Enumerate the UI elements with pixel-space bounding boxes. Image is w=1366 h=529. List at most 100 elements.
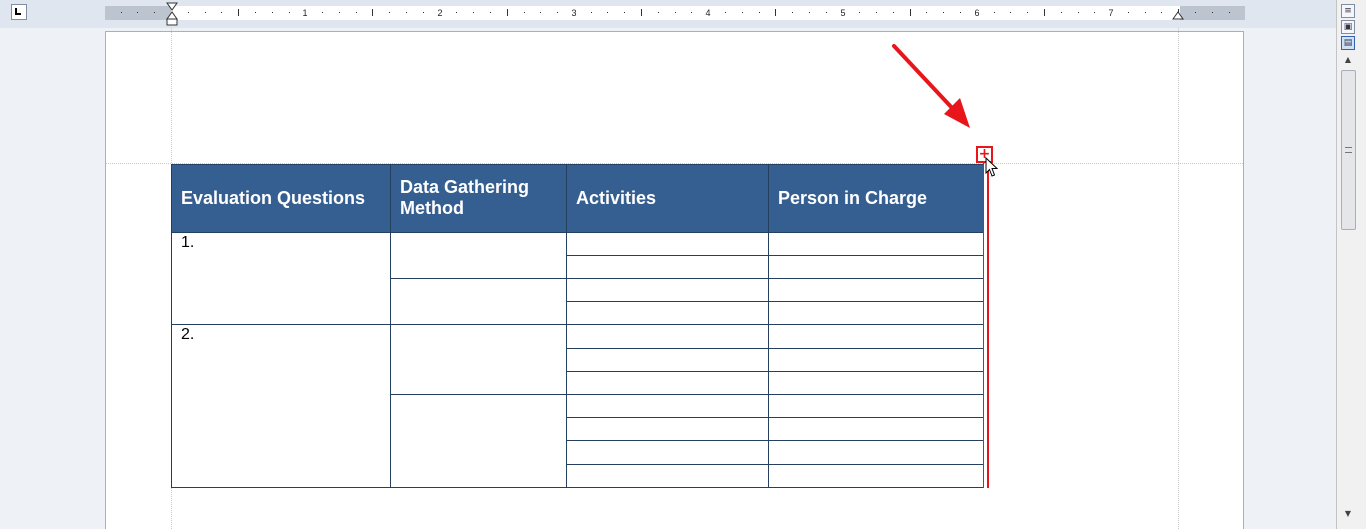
ruler-dot bbox=[893, 12, 894, 13]
ruler-dot bbox=[960, 12, 961, 13]
right-indent-marker[interactable] bbox=[1172, 8, 1184, 22]
person-cell[interactable] bbox=[768, 254, 984, 280]
ruler-dot bbox=[121, 12, 122, 13]
ruler-tick bbox=[910, 9, 911, 16]
ruler-dot bbox=[154, 12, 155, 13]
activity-cell[interactable] bbox=[566, 278, 769, 303]
ruler-dot bbox=[1128, 12, 1129, 13]
ruler-dot bbox=[540, 12, 541, 13]
ruler-dot bbox=[725, 12, 726, 13]
ruler-number: 3 bbox=[571, 8, 577, 18]
ruler-dot bbox=[926, 12, 927, 13]
person-cell[interactable] bbox=[768, 347, 984, 372]
ruler-tick bbox=[641, 9, 642, 16]
ruler-dot bbox=[1229, 12, 1230, 13]
person-cell[interactable] bbox=[768, 301, 984, 326]
header-person-in-charge[interactable]: Person in Charge bbox=[768, 164, 984, 233]
activity-cell[interactable] bbox=[566, 231, 769, 256]
ruler-dot bbox=[1061, 12, 1062, 13]
insert-column-line-inner bbox=[983, 163, 984, 488]
ruler-dot bbox=[272, 12, 273, 13]
activity-cell[interactable] bbox=[566, 370, 769, 396]
ruler-dot bbox=[389, 12, 390, 13]
activity-cell[interactable] bbox=[566, 324, 769, 349]
ruler-dot bbox=[322, 12, 323, 13]
ruler-number: 1 bbox=[302, 8, 308, 18]
ruler-dot bbox=[406, 12, 407, 13]
ruler-dot bbox=[557, 12, 558, 13]
ruler-dot bbox=[1145, 12, 1146, 13]
ruler-dot bbox=[255, 12, 256, 13]
method-cell[interactable] bbox=[390, 231, 567, 280]
person-cell[interactable] bbox=[768, 417, 984, 442]
ruler-dot bbox=[356, 12, 357, 13]
person-cell[interactable] bbox=[768, 463, 984, 489]
ruler-dot bbox=[809, 12, 810, 13]
header-activities[interactable]: Activities bbox=[566, 164, 769, 233]
activity-cell[interactable] bbox=[566, 440, 769, 465]
view-button-1[interactable]: ≡ bbox=[1341, 4, 1355, 18]
view-button-2[interactable]: ▣ bbox=[1341, 20, 1355, 34]
activity-cell[interactable] bbox=[566, 347, 769, 372]
ruler-dot bbox=[591, 12, 592, 13]
ruler-number: 2 bbox=[437, 8, 443, 18]
person-cell[interactable] bbox=[768, 324, 984, 349]
scroll-thumb[interactable] bbox=[1341, 70, 1356, 230]
activity-cell[interactable] bbox=[566, 301, 769, 326]
insert-column-line-outer bbox=[987, 163, 989, 488]
ruler-number: 5 bbox=[840, 8, 846, 18]
vertical-scrollbar[interactable]: ≡ ▣ ▤ ▲ ▼ bbox=[1336, 0, 1366, 529]
person-cell[interactable] bbox=[768, 370, 984, 396]
ruler-dot bbox=[876, 12, 877, 13]
header-data-gathering-method[interactable]: Data Gathering Method bbox=[390, 164, 567, 233]
ruler-dot bbox=[289, 12, 290, 13]
left-tab-icon bbox=[15, 8, 21, 15]
text-boundary-right bbox=[1178, 28, 1179, 529]
activity-cell[interactable] bbox=[566, 394, 769, 419]
ruler-tick bbox=[507, 9, 508, 16]
method-cell[interactable] bbox=[390, 278, 567, 326]
scroll-up-arrow-icon[interactable]: ▲ bbox=[1341, 54, 1355, 68]
ruler-dot bbox=[943, 12, 944, 13]
question-cell-2[interactable]: 2. bbox=[171, 324, 391, 488]
activity-cell[interactable] bbox=[566, 254, 769, 280]
ruler-dot bbox=[1195, 12, 1196, 13]
ruler-dot bbox=[1078, 12, 1079, 13]
table-header-row: Evaluation Questions Data Gathering Meth… bbox=[171, 164, 984, 233]
view-button-3[interactable]: ▤ bbox=[1341, 36, 1355, 50]
person-cell[interactable] bbox=[768, 231, 984, 256]
ruler-dot bbox=[423, 12, 424, 13]
activity-cell[interactable] bbox=[566, 417, 769, 442]
grip-icon bbox=[1345, 147, 1352, 153]
ruler-dot bbox=[456, 12, 457, 13]
ruler-dot bbox=[624, 12, 625, 13]
ruler-number: 7 bbox=[1108, 8, 1114, 18]
header-evaluation-questions[interactable]: Evaluation Questions bbox=[171, 164, 391, 233]
annotation-arrow-icon bbox=[892, 44, 970, 128]
person-cell[interactable] bbox=[768, 440, 984, 465]
ruler-tick bbox=[775, 9, 776, 16]
evaluation-table[interactable]: Evaluation Questions Data Gathering Meth… bbox=[171, 164, 984, 489]
ruler-dot bbox=[188, 12, 189, 13]
mouse-pointer-icon bbox=[985, 157, 999, 177]
tab-selector-button[interactable] bbox=[11, 4, 27, 20]
ruler-dot bbox=[826, 12, 827, 13]
question-cell-1[interactable]: 1. bbox=[171, 231, 391, 326]
ruler-number: 4 bbox=[705, 8, 711, 18]
table-row: 1. bbox=[171, 231, 984, 326]
person-cell[interactable] bbox=[768, 394, 984, 419]
scroll-down-arrow-icon[interactable]: ▼ bbox=[1341, 508, 1355, 522]
method-cell[interactable] bbox=[390, 394, 567, 488]
ruler-dot bbox=[675, 12, 676, 13]
ruler-dot bbox=[490, 12, 491, 13]
ruler-dot bbox=[339, 12, 340, 13]
ruler-dot bbox=[473, 12, 474, 13]
person-cell[interactable] bbox=[768, 278, 984, 303]
activity-cell[interactable] bbox=[566, 463, 769, 489]
ruler-dot bbox=[1027, 12, 1028, 13]
method-cell[interactable] bbox=[390, 324, 567, 396]
ruler-dot bbox=[1212, 12, 1213, 13]
horizontal-ruler[interactable]: 1 2 3 4 5 6 7 bbox=[105, 2, 1245, 26]
ruler-dot bbox=[691, 12, 692, 13]
first-line-indent-marker[interactable] bbox=[166, 2, 178, 26]
